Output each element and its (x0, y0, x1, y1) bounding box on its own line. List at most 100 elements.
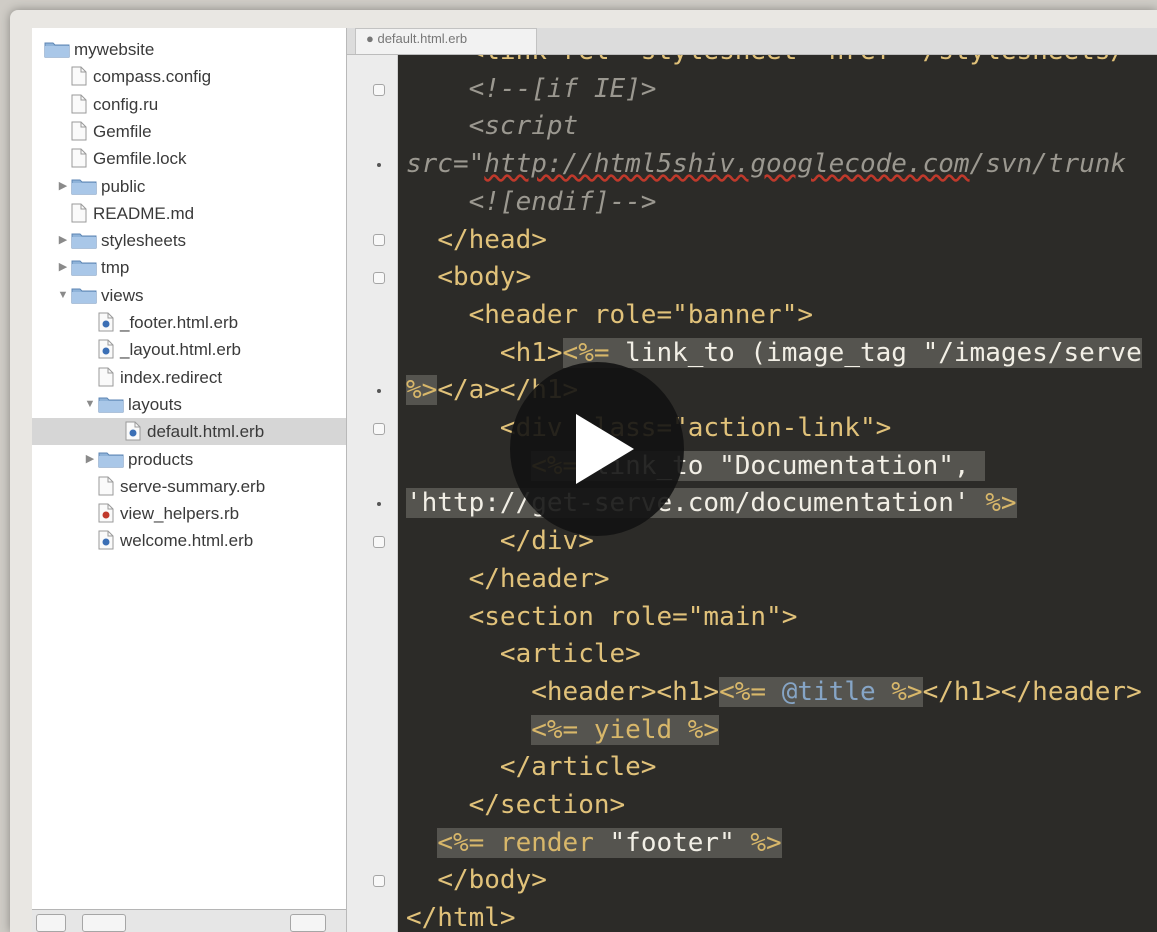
tab-default-html-erb[interactable]: ● default.html.erb (355, 28, 537, 54)
code-line: <link rel="stylesheet" href="/stylesheet… (406, 55, 1126, 70)
tree-item-label: Gemfile.lock (93, 149, 187, 169)
fold-marker-icon[interactable] (373, 234, 385, 247)
tree-item[interactable]: _layout.html.erb (32, 336, 346, 363)
erb-file-icon (98, 530, 114, 550)
code-token: %> (891, 676, 923, 707)
tree-item[interactable]: ▶ products (32, 446, 346, 473)
tree-item[interactable]: default.html.erb (32, 418, 346, 446)
code-line: </article> (406, 749, 657, 786)
fold-marker-icon[interactable] (373, 83, 385, 96)
code-token: %> (406, 375, 438, 406)
code-line: <section role="main"> (406, 599, 798, 636)
tree-item-label: public (101, 176, 146, 196)
code-token: </html> (406, 903, 516, 932)
tree-item[interactable]: README.md (32, 200, 346, 227)
disclosure-closed-icon[interactable]: ▶ (57, 173, 69, 200)
file-icon (71, 121, 87, 141)
editor-tab-bar: ● default.html.erb (347, 28, 1157, 55)
code-token: <script (468, 111, 579, 142)
tree-item-label: config.ru (93, 94, 159, 114)
disclosure-closed-icon[interactable]: ▶ (57, 254, 69, 281)
fold-marker-icon[interactable] (373, 875, 385, 888)
disclosure-open-icon[interactable]: ▼ (57, 282, 69, 309)
file-icon (71, 203, 87, 223)
code-line: </header> (406, 561, 610, 598)
tree-item[interactable]: mywebsite (32, 36, 346, 63)
tree-item[interactable]: _footer.html.erb (32, 309, 346, 336)
tree-item-label: Gemfile (93, 121, 152, 141)
code-token: </h1></header> (922, 676, 1142, 707)
folder-icon (98, 452, 124, 467)
code-token: /svn/trunk (969, 149, 1127, 180)
tree-item-label: view_helpers.rb (120, 504, 240, 524)
tree-item[interactable]: ▶ tmp (32, 254, 346, 281)
tree-item[interactable]: compass.config (32, 63, 346, 90)
play-button[interactable] (510, 362, 684, 536)
tree-item-label: products (128, 449, 194, 469)
tree-item-label: mywebsite (74, 40, 155, 59)
ruby-file-icon (98, 503, 114, 523)
code-line: 'http://get-serve.com/documentation' %> (406, 485, 1017, 522)
code-token: %> (687, 714, 720, 745)
tree-item[interactable]: view_helpers.rb (32, 500, 346, 527)
fold-marker-icon[interactable] (373, 535, 385, 548)
file-icon (71, 148, 87, 168)
code-token: @title (781, 676, 892, 707)
tree-item[interactable]: Gemfile.lock (32, 145, 346, 172)
tree-item-label: default.html.erb (147, 422, 265, 442)
tree-item[interactable]: ▶ public (32, 173, 346, 200)
code-token: <![endif]--> (468, 186, 657, 217)
fold-marker-icon[interactable] (373, 272, 385, 285)
add-file-button[interactable] (36, 914, 66, 932)
disclosure-open-icon[interactable]: ▼ (84, 391, 96, 418)
wrap-dot-icon (377, 162, 381, 167)
code-token: <!--[if IE]> (468, 73, 657, 104)
tab-label: default.html.erb (377, 31, 468, 46)
code-line: <%= link_to "Documentation", (406, 448, 986, 485)
code-token: <header><h1> (531, 676, 720, 707)
code-token: </header> (468, 563, 610, 594)
erb-file-icon (98, 339, 114, 359)
filter-button[interactable] (290, 914, 326, 932)
fold-marker-icon[interactable] (373, 422, 385, 435)
code-token: <body> (437, 262, 532, 293)
code-token: <%= (531, 714, 594, 745)
code-line: <%= render "footer" %> (406, 825, 782, 862)
tree-item[interactable]: ▼ views (32, 282, 346, 309)
tree-item-label: README.md (93, 203, 195, 223)
tree-item[interactable]: ▼ layouts (32, 391, 346, 418)
disclosure-closed-icon[interactable]: ▶ (84, 446, 96, 473)
tree-item[interactable]: index.redirect (32, 364, 346, 391)
tree-item[interactable]: config.ru (32, 91, 346, 118)
tree-item[interactable]: ▶ stylesheets (32, 227, 346, 254)
gear-menu-button[interactable] (82, 914, 126, 932)
disclosure-closed-icon[interactable]: ▶ (57, 227, 69, 254)
tree-item-label: index.redirect (120, 367, 223, 387)
wrap-dot-icon (377, 389, 381, 394)
file-icon (71, 66, 87, 86)
tree-item[interactable]: serve-summary.erb (32, 473, 346, 500)
folder-icon (71, 260, 97, 276)
code-token: <section role="main"> (468, 601, 798, 632)
code-line: <article> (406, 636, 641, 673)
code-line: <%= yield %> (406, 712, 720, 749)
sidebar-footer (32, 909, 346, 932)
code-token: "footer" (609, 827, 751, 858)
tree-item[interactable]: welcome.html.erb (32, 527, 346, 554)
code-line: src="http://html5shiv.googlecode.com/svn… (406, 146, 1126, 183)
tree-item-label: serve-summary.erb (120, 476, 266, 496)
tree-item-label: compass.config (93, 67, 212, 87)
code-line: <script (406, 108, 579, 145)
tree-item[interactable]: Gemfile (32, 118, 346, 145)
file-icon (98, 476, 114, 496)
tree-item-label: tmp (101, 258, 130, 278)
